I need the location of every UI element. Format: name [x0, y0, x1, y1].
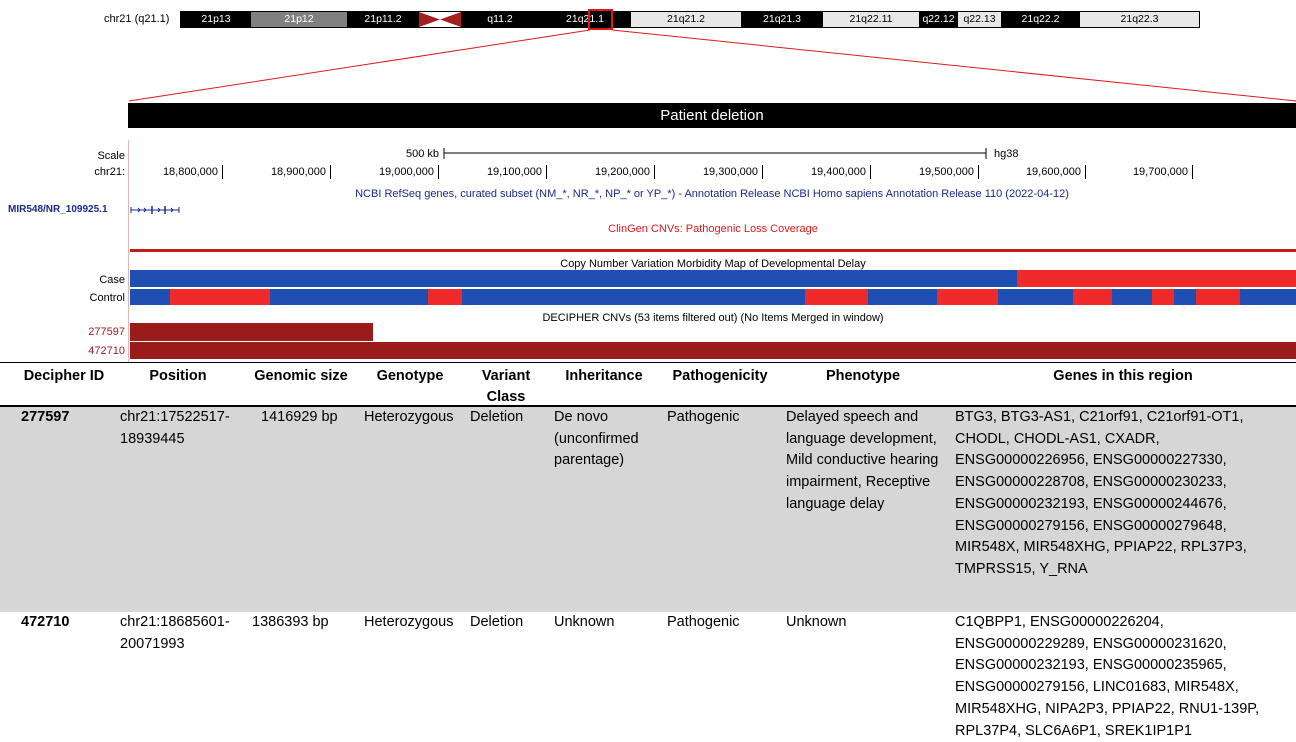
position-tick	[870, 165, 871, 179]
row-decipher-id: 472710	[21, 614, 70, 630]
position-tick-label: 18,800,000	[162, 166, 218, 178]
decipher-track-title: DECIPHER CNVs (53 items filtered out) (N…	[542, 312, 884, 324]
control-cnv-segment[interactable]	[170, 289, 270, 305]
control-cnv-segment[interactable]	[1112, 289, 1152, 305]
row-pathogenicity: Pathogenic	[667, 409, 740, 425]
row-genes: C1QBPP1, ENSG00000226204, ENSG0000022928…	[955, 614, 1260, 739]
control-cnv-segment[interactable]	[1196, 289, 1240, 305]
chrom-label: chr21:	[94, 166, 125, 178]
scale-bar-label: 500 kb	[406, 148, 440, 160]
position-tick-label: 19,500,000	[918, 166, 974, 178]
position-tick	[222, 165, 223, 179]
header-inheritance: Inheritance	[565, 368, 643, 384]
decipher-cnv-bar-1[interactable]	[130, 323, 373, 341]
control-cnv-segment[interactable]	[462, 289, 805, 305]
position-tick-label: 19,600,000	[1025, 166, 1081, 178]
header-phenotype: Phenotype	[825, 368, 901, 384]
position-tick	[546, 165, 547, 179]
patient-deletion-banner: Patient deletion	[128, 103, 1296, 128]
case-cnv-segment[interactable]	[130, 270, 1017, 287]
row-decipher-id: 277597	[21, 409, 70, 425]
control-label: Control	[89, 292, 125, 304]
control-cnv-segment[interactable]	[805, 289, 868, 305]
clingen-coverage-bar[interactable]	[130, 249, 1296, 252]
header-genotype: Genotype	[376, 368, 444, 384]
row-genotype: Heterozygous	[364, 614, 454, 630]
control-cnv-segment[interactable]	[868, 289, 937, 305]
position-tick	[330, 165, 331, 179]
row-inheritance: De novo (unconfirmed parentage)	[554, 409, 639, 469]
position-tick	[438, 165, 439, 179]
clingen-track-title: ClinGen CNVs: Pathogenic Loss Coverage	[608, 223, 818, 235]
position-tick-label: 19,200,000	[594, 166, 650, 178]
control-cnv-segment[interactable]	[1174, 289, 1196, 305]
gene-feature[interactable]	[130, 204, 182, 216]
current-region-highlight	[588, 9, 613, 30]
header-pathogenicity: Pathogenicity	[672, 368, 768, 384]
gene-label[interactable]: MIR548/NR_109925.1	[8, 204, 108, 215]
row-phenotype: Unknown	[786, 614, 847, 630]
row-pathogenicity: Pathogenic	[667, 614, 740, 630]
table-row: 277597 chr21:17522517-18939445 1416929 b…	[0, 407, 1296, 612]
row-position: chr21:18685601-20071993	[120, 614, 230, 652]
decipher-label-2: 472710	[88, 345, 125, 357]
control-cnv-segment[interactable]	[428, 289, 462, 305]
control-cnv-segment[interactable]	[998, 289, 1073, 305]
control-cnv-segment[interactable]	[270, 289, 428, 305]
row-genes: BTG3, BTG3-AS1, C21orf91, C21orf91-OT1, …	[955, 409, 1247, 577]
row-inheritance: Unknown	[554, 614, 615, 630]
row-size: 1386393 bp	[252, 614, 329, 630]
control-cnv-track[interactable]	[130, 289, 1296, 305]
position-tick	[654, 165, 655, 179]
assembly-label: hg38	[994, 148, 1019, 160]
position-tick	[978, 165, 979, 179]
position-tick-label: 19,300,000	[702, 166, 758, 178]
position-tick	[1192, 165, 1193, 179]
refseq-track-title: NCBI RefSeq genes, curated subset (NM_*,…	[355, 188, 1069, 200]
control-cnv-segment[interactable]	[130, 289, 170, 305]
position-tick-label: 18,900,000	[270, 166, 326, 178]
control-cnv-segment[interactable]	[937, 289, 998, 305]
decipher-label-1: 277597	[88, 326, 125, 338]
position-tick-label: 19,700,000	[1132, 166, 1188, 178]
control-cnv-segment[interactable]	[1240, 289, 1296, 305]
position-tick	[762, 165, 763, 179]
row-variant-class: Deletion	[470, 409, 524, 425]
table-top-rule	[0, 362, 1296, 363]
control-cnv-segment[interactable]	[1073, 289, 1112, 305]
header-genomic-size: Genomic size	[254, 368, 348, 384]
row-genotype: Heterozygous	[364, 409, 454, 425]
control-cnv-segment[interactable]	[1152, 289, 1174, 305]
scale-label: Scale	[97, 150, 125, 162]
position-tick-label: 19,100,000	[486, 166, 542, 178]
decipher-table: Decipher ID Position Genomic size Genoty…	[0, 362, 1296, 742]
header-decipher-id: Decipher ID	[23, 368, 105, 384]
cnv-map-track-title: Copy Number Variation Morbidity Map of D…	[560, 258, 866, 270]
row-variant-class: Deletion	[470, 614, 524, 630]
row-position: chr21:17522517-18939445	[120, 409, 230, 447]
header-position: Position	[149, 368, 207, 384]
decipher-cnv-bar-2[interactable]	[130, 342, 1296, 359]
position-tick-label: 19,400,000	[810, 166, 866, 178]
position-tick	[1085, 165, 1086, 179]
position-tick-label: 19,000,000	[378, 166, 434, 178]
row-phenotype: Delayed speech and language development,…	[786, 409, 939, 512]
track-label-divider	[128, 140, 129, 362]
case-label: Case	[99, 274, 125, 286]
header-genes: Genes in this region	[1053, 368, 1193, 384]
row-size: 1416929 bp	[261, 409, 338, 425]
zoom-lines	[128, 29, 1296, 102]
header-variant-class: Variant Class	[481, 368, 531, 405]
case-cnv-track[interactable]	[130, 270, 1296, 287]
case-cnv-segment[interactable]	[1017, 270, 1296, 287]
scale-bar	[443, 148, 987, 159]
table-row: 472710 chr21:18685601-20071993 1386393 b…	[0, 612, 1296, 742]
